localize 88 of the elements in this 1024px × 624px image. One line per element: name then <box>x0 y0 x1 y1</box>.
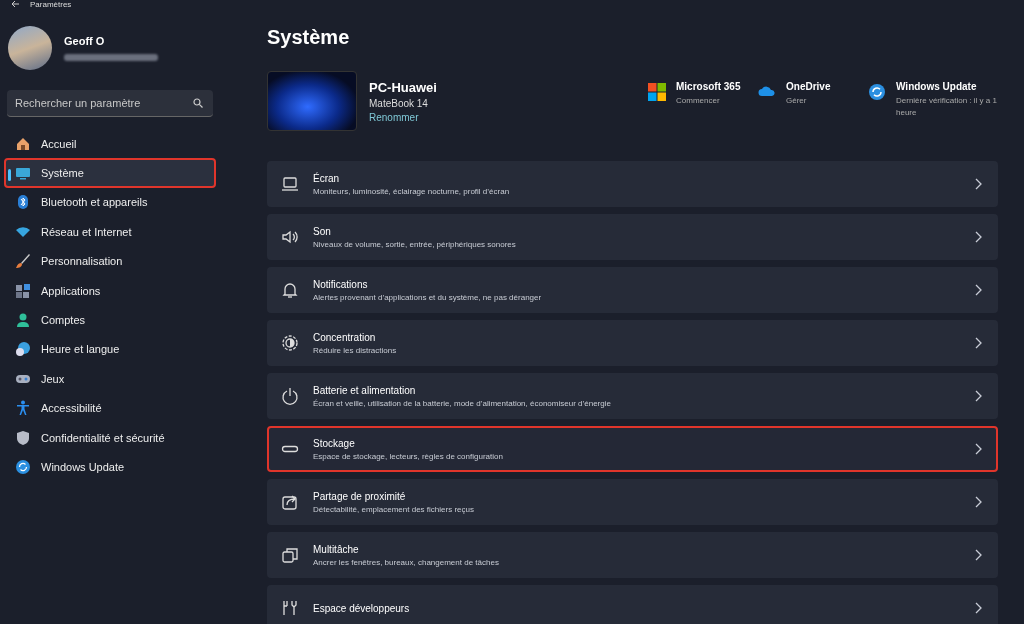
settings-row[interactable]: Écran Moniteurs, luminosité, éclairage nocturne, profil d’écran <box>267 161 998 207</box>
setting-description: Moniteurs, luminosité, éclairage nocturne, profil d’écran <box>313 186 511 196</box>
quick-link-subtitle: Gérer <box>786 95 808 107</box>
settings-row[interactable]: Concentration Réduire les distractions <box>267 320 998 366</box>
search-icon <box>193 98 203 108</box>
quick-link[interactable]: OneDrive Gérer <box>758 81 854 107</box>
setting-description: Réduire les distractions <box>313 345 398 355</box>
person-icon <box>15 312 31 329</box>
settings-row[interactable]: Multitâche Ancrer les fenêtres, bureaux, changement de tâches <box>267 532 998 578</box>
settings-row[interactable]: Stockage Espace de stockage, lecteurs, règles de configuration <box>267 426 998 472</box>
setting-title: Espace développeurs <box>313 602 411 614</box>
setting-description: Alertes provenant d’applications et du système, ne pas déranger <box>313 292 543 302</box>
setting-description: Espace de stockage, lecteurs, règles de configuration <box>313 451 504 461</box>
shield-icon <box>15 429 31 446</box>
rename-link[interactable]: Renommer <box>369 111 419 123</box>
windows-stack-icon <box>281 546 299 564</box>
chevron-right-icon <box>974 178 982 190</box>
sidebar-item[interactable]: Applications <box>4 275 216 306</box>
settings-row[interactable]: Espace développeurs <box>267 585 998 624</box>
sync-icon <box>868 83 886 101</box>
sidebar-item[interactable]: Accessibilité <box>4 393 216 423</box>
sidebar-item[interactable]: Heure et langue <box>4 334 216 365</box>
sidebar-item[interactable]: Accueil <box>4 129 216 159</box>
setting-description: Détectabilité, emplacement des fichiers reçus <box>313 504 475 514</box>
setting-description: Ancrer les fenêtres, bureaux, changement de tâches <box>313 557 500 567</box>
globe-clock-icon <box>15 341 31 358</box>
sidebar-item[interactable]: Personnalisation <box>4 246 216 276</box>
bluetooth-icon <box>15 194 31 211</box>
chevron-right-icon <box>974 443 982 455</box>
window-title: Paramètres <box>30 0 72 9</box>
tools-icon <box>281 599 299 617</box>
chevron-right-icon <box>974 284 982 296</box>
sidebar-item[interactable]: Réseau et Internet <box>4 217 216 247</box>
four-squares-icon <box>648 83 666 101</box>
avatar <box>8 26 52 70</box>
speaker-icon <box>281 228 299 246</box>
quick-link[interactable]: Microsoft 365 Commencer <box>648 81 744 107</box>
quick-link[interactable]: Windows Update Dernière vérification : il y a 1 heure <box>868 81 998 119</box>
chevron-right-icon <box>974 390 982 402</box>
quick-link-title: Microsoft 365 <box>676 81 741 92</box>
back-arrow-icon <box>10 0 20 8</box>
bell-icon <box>281 281 299 299</box>
share-icon <box>281 493 299 511</box>
sidebar-item[interactable]: Système <box>4 158 216 188</box>
laptop-icon <box>281 175 299 193</box>
quick-link-title: OneDrive <box>786 81 831 92</box>
settings-row[interactable]: Partage de proximité Détectabilité, emplacement des fichiers reçus <box>267 479 998 525</box>
setting-title: Notifications <box>313 278 369 290</box>
setting-title: Écran <box>313 172 341 184</box>
focus-icon <box>281 334 299 352</box>
house-icon <box>15 135 31 152</box>
paintbrush-icon <box>15 253 31 270</box>
setting-title: Concentration <box>313 331 377 343</box>
monitor-icon <box>15 165 31 182</box>
quick-link-subtitle: Commencer <box>676 95 721 107</box>
cloud-icon <box>758 85 776 97</box>
sidebar-item[interactable]: Bluetooth et appareils <box>4 187 216 218</box>
setting-description: Niveaux de volume, sortie, entrée, périphériques sonores <box>313 239 517 249</box>
settings-row[interactable]: Notifications Alertes provenant d’applications et du système, ne pas déranger <box>267 267 998 313</box>
chevron-right-icon <box>974 231 982 243</box>
quick-link-title: Windows Update <box>896 81 978 92</box>
quick-link-subtitle: Dernière vérification : il y a 1 heure <box>896 95 998 119</box>
setting-title: Multitâche <box>313 543 360 555</box>
device-model: MateBook 14 <box>369 97 429 109</box>
settings-row[interactable]: Batterie et alimentation Écran et veille, utilisation de la batterie, mode d’alimentation, économiseur d’énergie <box>267 373 998 419</box>
selection-indicator <box>8 169 11 182</box>
search-field[interactable]: Rechercher un paramètre <box>7 90 213 117</box>
apps-icon <box>15 282 31 299</box>
sidebar-item[interactable]: Windows Update <box>4 452 216 482</box>
sync-icon <box>15 459 31 475</box>
account-name: Geoff O <box>64 35 106 47</box>
chevron-right-icon <box>974 337 982 349</box>
sidebar-item[interactable]: Confidentialité et sécurité <box>4 422 216 453</box>
power-icon <box>281 387 299 405</box>
chevron-right-icon <box>974 602 982 614</box>
settings-row[interactable]: Son Niveaux de volume, sortie, entrée, périphériques sonores <box>267 214 998 260</box>
page-title: Système <box>267 26 350 49</box>
chevron-right-icon <box>974 549 982 561</box>
setting-title: Partage de proximité <box>313 490 407 502</box>
setting-title: Stockage <box>313 437 356 449</box>
setting-title: Batterie et alimentation <box>313 384 417 396</box>
device-name: PC-Huawei <box>369 79 437 95</box>
sidebar-item[interactable]: Comptes <box>4 305 216 335</box>
sidebar-item[interactable]: Jeux <box>4 364 216 394</box>
accessibility-icon <box>15 400 31 417</box>
chevron-right-icon <box>974 496 982 508</box>
setting-description: Écran et veille, utilisation de la batterie, mode d’alimentation, économiseur d’énergie <box>313 398 612 408</box>
setting-title: Son <box>313 225 332 237</box>
